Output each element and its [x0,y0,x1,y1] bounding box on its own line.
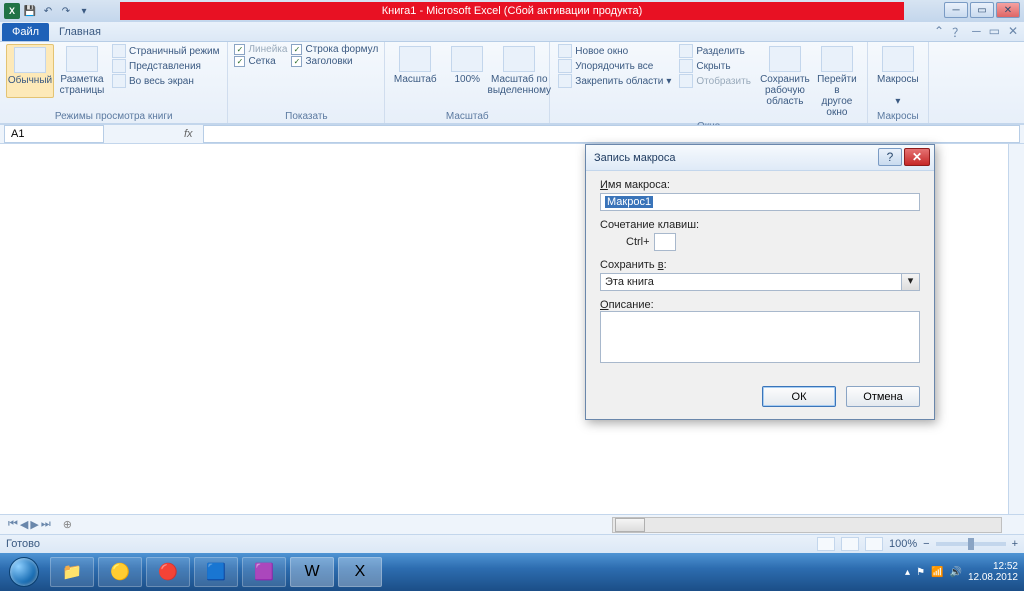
dialog-close-button[interactable]: ✕ [904,148,930,166]
view-page-layout-button[interactable]: Разметка страницы [58,44,106,98]
title-bar: X 💾 ↶ ↷ ▾ Книга1 - Microsoft Excel (Сбой… [0,0,1024,22]
help-icon[interactable]: ？ [952,24,964,41]
ribbon-tabs: Файл Главная ⌃ ？ ─ ▭ ✕ [0,22,1024,42]
sheet-nav-prev-icon[interactable]: ◀ [20,518,28,531]
qat-save-icon[interactable]: 💾 [22,3,38,19]
qat-redo-icon[interactable]: ↷ [58,3,74,19]
hide-button[interactable]: Скрыть [677,59,753,73]
chk-formula-bar[interactable]: ✓Строка формул [291,44,378,55]
switch-windows-button[interactable]: Перейти в другое окно [813,44,861,120]
savein-select[interactable]: Эта книга [600,273,902,291]
savein-label: Сохранить в: [600,259,667,271]
macros-button[interactable]: Макросы▾ [874,44,922,109]
shortcut-key-input[interactable] [654,233,676,251]
view-fullscreen-button[interactable]: Во весь экран [110,74,221,88]
freeze-panes-button[interactable]: Закрепить области ▾ [556,74,673,88]
close-button[interactable]: ✕ [996,2,1020,18]
qat-more-icon[interactable]: ▾ [76,3,92,19]
taskbar-explorer-icon[interactable]: 📁 [50,557,94,587]
view-custom-views-button[interactable]: Представления [110,59,221,73]
zoom-slider[interactable] [936,542,1006,546]
qat-undo-icon[interactable]: ↶ [40,3,56,19]
zoom-to-selection-button[interactable]: Масштаб по выделенному [495,44,543,98]
maximize-button[interactable]: ▭ [970,2,994,18]
formula-input[interactable] [203,125,1020,143]
taskbar-opera-icon[interactable]: 🔴 [146,557,190,587]
mdi-restore-icon[interactable]: ▭ [989,24,1000,41]
windows-taskbar: 📁 🟡 🔴 🟦 🟪 W X ▴ ⚑ 📶 🔊 12:5212.08.2012 [0,553,1024,591]
taskbar-chrome-icon[interactable]: 🟡 [98,557,142,587]
dialog-help-button[interactable]: ? [878,148,902,166]
taskbar-excel-icon[interactable]: X [338,557,382,587]
group-label-show: Показать [234,110,378,122]
window-title: Книга1 - Microsoft Excel (Сбой активации… [120,2,904,20]
savein-dropdown-icon[interactable]: ▾ [902,273,920,291]
macro-name-input[interactable]: Макрос1 [600,193,920,211]
horizontal-scrollbar[interactable] [612,517,1002,533]
view-normal-button[interactable]: Обычный [6,44,54,98]
shortcut-label: Сочетание клавиш: [600,219,699,231]
new-sheet-icon[interactable]: ⊕ [63,518,72,531]
quick-access-toolbar: X 💾 ↶ ↷ ▾ [0,3,92,19]
fx-icon[interactable]: fx [184,128,193,140]
group-label-views: Режимы просмотра книги [6,110,221,122]
tray-clock[interactable]: 12:5212.08.2012 [968,561,1018,583]
record-macro-dialog: Запись макроса ? ✕ Имя макроса: Макрос1 … [585,144,935,420]
vertical-scrollbar[interactable] [1008,144,1024,514]
taskbar-app2-icon[interactable]: 🟪 [242,557,286,587]
taskbar-word-icon[interactable]: W [290,557,334,587]
status-ready: Готово [6,538,40,550]
save-workspace-button[interactable]: Сохранить рабочую область [761,44,809,120]
dialog-title: Запись макроса [594,152,676,164]
view-pagebreak-button[interactable]: Страничный режим [110,44,221,58]
tray-volume-icon[interactable]: 🔊 [949,567,961,578]
status-bar: Готово 100% − + [0,534,1024,553]
mdi-minimize-icon[interactable]: ─ [972,24,981,41]
name-box[interactable]: A1 [4,125,104,143]
tab-file[interactable]: Файл [2,23,49,41]
sheet-nav-first-icon[interactable]: ⏮ [8,518,18,531]
view-pagebreak-icon[interactable] [865,537,883,551]
shortcut-prefix: Ctrl+ [626,236,650,248]
ribbon-minimize-icon[interactable]: ⌃ [934,24,944,41]
chk-gridlines[interactable]: ✓Сетка [234,56,287,67]
description-input[interactable] [600,311,920,363]
view-layout-icon[interactable] [841,537,859,551]
group-label-zoom: Масштаб [391,110,543,122]
group-label-macros: Макросы [874,110,922,122]
chk-headings[interactable]: ✓Заголовки [291,56,378,67]
sheet-nav-next-icon[interactable]: ▶ [30,518,38,531]
chk-ruler: ✓Линейка [234,44,287,55]
tray-network-icon[interactable]: 📶 [931,567,943,578]
new-window-button[interactable]: Новое окно [556,44,673,58]
zoom-button[interactable]: Масштаб [391,44,439,98]
zoom-in-icon[interactable]: + [1012,538,1018,550]
tray-more-icon[interactable]: ▴ [905,567,910,578]
minimize-button[interactable]: ─ [944,2,968,18]
tab-Главная[interactable]: Главная [51,23,109,41]
mdi-close-icon[interactable]: ✕ [1008,24,1018,41]
ribbon: Обычный Разметка страницы Страничный реж… [0,42,1024,124]
view-normal-icon[interactable] [817,537,835,551]
sheet-tab-bar: ⏮ ◀ ▶ ⏭ ⊕ [0,514,1024,534]
unhide-button: Отобразить [677,74,753,88]
zoom-100-button[interactable]: 100% [443,44,491,98]
formula-bar: A1 fx [0,124,1024,144]
tray-flag-icon[interactable]: ⚑ [916,567,925,578]
arrange-all-button[interactable]: Упорядочить все [556,59,673,73]
split-button[interactable]: Разделить [677,44,753,58]
zoom-level[interactable]: 100% [889,538,917,550]
excel-icon: X [4,3,20,19]
taskbar-app1-icon[interactable]: 🟦 [194,557,238,587]
ok-button[interactable]: ОК [762,386,836,407]
macro-name-label: Имя макроса: [600,179,670,191]
zoom-out-icon[interactable]: − [923,538,929,550]
description-label: Описание: [600,299,654,311]
start-button[interactable] [2,555,46,589]
cancel-button[interactable]: Отмена [846,386,920,407]
sheet-nav-last-icon[interactable]: ⏭ [41,518,51,531]
